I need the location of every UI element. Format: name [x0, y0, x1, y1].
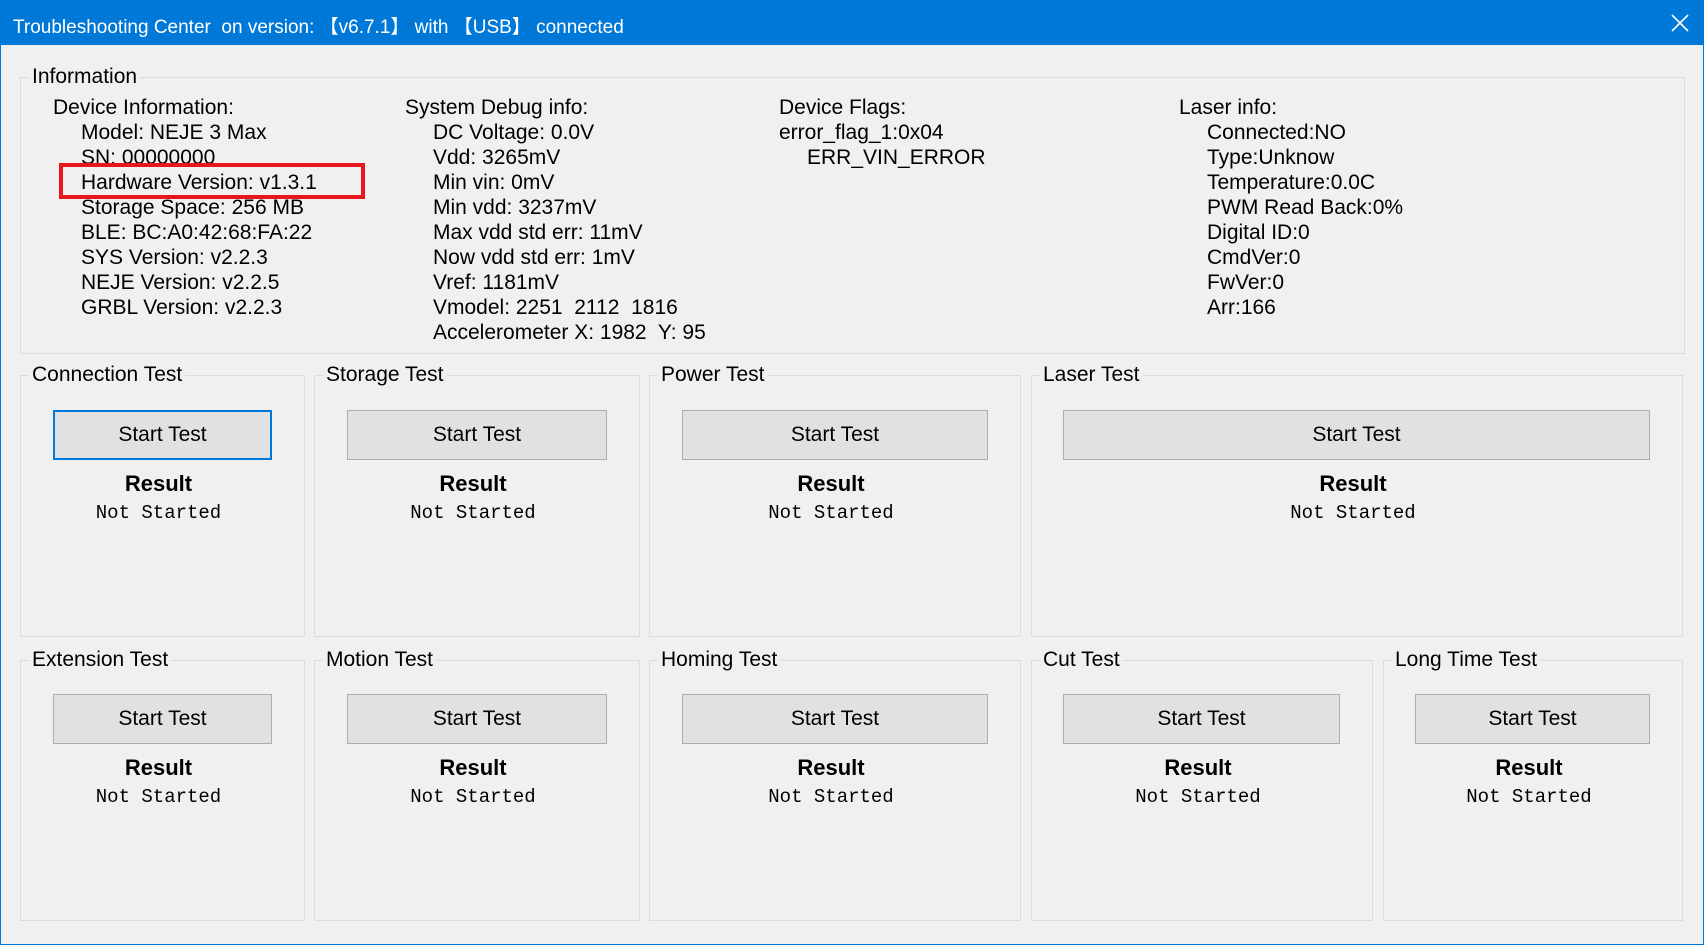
- power-test-label: Power Test: [658, 363, 768, 387]
- laser-type-line: Type:Unknow: [1207, 146, 1335, 169]
- fwver-line: FwVer:0: [1207, 271, 1285, 294]
- device-flags-heading: Device Flags:: [779, 96, 907, 119]
- long-time-test-label: Long Time Test: [1392, 648, 1541, 672]
- laser-connected-line: Connected:NO: [1207, 121, 1346, 144]
- close-button[interactable]: [1657, 1, 1703, 45]
- laser-info-heading: Laser info:: [1179, 96, 1278, 119]
- homing-start-test-button[interactable]: Start Test: [682, 694, 988, 744]
- close-icon: [1671, 14, 1689, 32]
- cut-start-test-button[interactable]: Start Test: [1063, 694, 1340, 744]
- connection-test-label: Connection Test: [29, 363, 186, 387]
- connection-result-label: Result: [124, 471, 193, 496]
- ble-line: BLE: BC:A0:42:68:FA:22: [81, 221, 313, 244]
- information-group-label: Information: [29, 65, 141, 89]
- error-name-line: ERR_VIN_ERROR: [807, 146, 986, 169]
- error-flag-line: error_flag_1:0x04: [779, 121, 944, 144]
- min-vdd-line: Min vdd: 3237mV: [433, 196, 597, 219]
- extension-test-label: Extension Test: [29, 648, 172, 672]
- sys-version-line: SYS Version: v2.2.3: [81, 246, 268, 269]
- system-debug-section: System Debug info: DC Voltage: 0.0V Vdd:…: [405, 95, 706, 345]
- connection-start-test-button[interactable]: Start Test: [53, 410, 272, 460]
- storage-test-label: Storage Test: [323, 363, 447, 387]
- laser-test-label: Laser Test: [1040, 363, 1143, 387]
- cut-result-value: Not Started: [1135, 786, 1261, 808]
- device-info-section: Device Information: Model: NEJE 3 Max SN…: [53, 95, 317, 320]
- extension-start-test-button[interactable]: Start Test: [53, 694, 272, 744]
- grbl-version-line: GRBL Version: v2.2.3: [81, 296, 283, 319]
- pwm-read-back-line: PWM Read Back:0%: [1207, 196, 1404, 219]
- power-result-value: Not Started: [768, 502, 894, 524]
- long-time-result-value: Not Started: [1466, 786, 1592, 808]
- extension-result-value: Not Started: [95, 786, 222, 808]
- now-vdd-std-err-line: Now vdd std err: 1mV: [433, 246, 635, 269]
- cut-test-label: Cut Test: [1040, 648, 1123, 672]
- storage-space-line: Storage Space: 256 MB: [81, 196, 304, 219]
- laser-info-section: Laser info: Connected:NO Type:Unknow Tem…: [1179, 95, 1403, 320]
- model-line: Model: NEJE 3 Max: [81, 121, 267, 144]
- motion-result-value: Not Started: [410, 786, 536, 808]
- laser-result-value: Not Started: [1290, 502, 1416, 524]
- digital-id-line: Digital ID:0: [1207, 221, 1310, 244]
- device-flags-section: Device Flags: error_flag_1:0x04 ERR_VIN_…: [779, 95, 986, 170]
- laser-temperature-line: Temperature:0.0C: [1207, 171, 1376, 194]
- vref-line: Vref: 1181mV: [433, 271, 560, 294]
- connection-result-value: Not Started: [95, 502, 222, 524]
- title-bar[interactable]: Troubleshooting Center on version: 【v6.7…: [1, 1, 1703, 45]
- long-time-result-label: Result: [1495, 755, 1563, 780]
- long-time-start-test-button[interactable]: Start Test: [1415, 694, 1650, 744]
- troubleshooting-window: Troubleshooting Center on version: 【v6.7…: [0, 0, 1704, 945]
- accelerometer-line: Accelerometer X: 1982 Y: 95: [433, 321, 706, 344]
- motion-result-label: Result: [439, 755, 507, 780]
- laser-start-test-button[interactable]: Start Test: [1063, 410, 1650, 460]
- motion-start-test-button[interactable]: Start Test: [347, 694, 607, 744]
- vdd-line: Vdd: 3265mV: [433, 146, 561, 169]
- cut-result-label: Result: [1164, 755, 1232, 780]
- neje-version-line: NEJE Version: v2.2.5: [81, 271, 280, 294]
- laser-result-label: Result: [1319, 471, 1387, 496]
- homing-test-label: Homing Test: [658, 648, 781, 672]
- max-vdd-std-err-line: Max vdd std err: 11mV: [433, 221, 643, 244]
- power-result-label: Result: [797, 471, 865, 496]
- window-title: Troubleshooting Center on version: 【v6.7…: [13, 17, 624, 38]
- min-vin-line: Min vin: 0mV: [433, 171, 555, 194]
- system-debug-heading: System Debug info:: [405, 96, 589, 119]
- storage-result-value: Not Started: [410, 502, 536, 524]
- dc-voltage-line: DC Voltage: 0.0V: [433, 121, 595, 144]
- power-start-test-button[interactable]: Start Test: [682, 410, 988, 460]
- cmdver-line: CmdVer:0: [1207, 246, 1301, 269]
- motion-test-label: Motion Test: [323, 648, 436, 672]
- storage-result-label: Result: [439, 471, 507, 496]
- storage-start-test-button[interactable]: Start Test: [347, 410, 607, 460]
- homing-result-value: Not Started: [768, 786, 894, 808]
- arr-line: Arr:166: [1207, 296, 1276, 319]
- sn-line: SN: 00000000: [81, 146, 216, 169]
- hardware-version-line: Hardware Version: v1.3.1: [81, 171, 317, 194]
- homing-result-label: Result: [797, 755, 865, 780]
- device-info-heading: Device Information:: [53, 96, 234, 119]
- extension-result-label: Result: [124, 755, 193, 780]
- vmodel-line: Vmodel: 2251 2112 1816: [433, 296, 678, 319]
